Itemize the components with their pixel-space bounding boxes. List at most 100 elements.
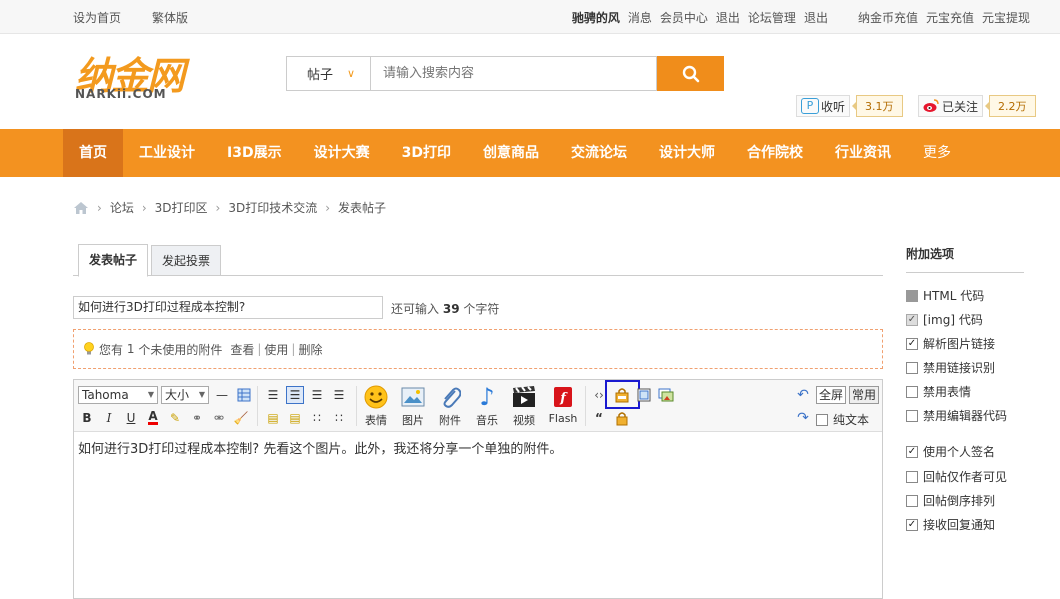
nav-item-schools[interactable]: 合作院校 [731,129,819,177]
extra-options-panel: 附加选项 [906,245,1024,273]
traditional-chinese-link[interactable]: 繁体版 [152,9,188,26]
tab-poll[interactable]: 发起投票 [151,245,222,276]
nav-item-i3d[interactable]: I3D展示 [211,129,298,177]
align-left-icon[interactable]: ☰ [264,386,282,404]
nav-item-news[interactable]: 行业资讯 [819,129,907,177]
checkbox[interactable] [906,385,918,398]
bold-icon[interactable]: B [78,409,96,427]
checkbox[interactable]: ✓ [906,518,918,531]
nav-item-creative[interactable]: 创意商品 [467,129,555,177]
recharge-coin-link[interactable]: 纳金币充值 [858,9,918,26]
option-reverse-order[interactable]: 回帖倒序排列 [906,492,995,509]
link-icon[interactable]: ⚭ [188,409,206,427]
checkbox[interactable] [906,494,918,507]
breadcrumb-forum[interactable]: 论坛 [110,199,134,216]
logout-link[interactable]: 退出 [716,9,740,26]
search-button[interactable] [657,56,724,91]
nav-item-masters[interactable]: 设计大师 [643,129,731,177]
site-logo[interactable]: 纳金网 NARKii.COM [73,45,223,103]
search-input[interactable] [370,56,657,91]
breadcrumb-3d-print-tech[interactable]: 3D打印技术交流 [228,199,317,216]
checkbox[interactable] [906,289,918,302]
sina-followed-button[interactable]: 已关注 [918,95,984,117]
italic-icon[interactable]: I [100,409,118,427]
checkbox[interactable]: ✓ [906,313,918,326]
nav-item-contest[interactable]: 设计大赛 [298,129,386,177]
fullscreen-button[interactable]: 全屏 [816,386,847,404]
clear-format-icon[interactable]: 🧹 [232,409,250,427]
quote-icon[interactable]: “ [590,409,608,427]
nav-item-industrial-design[interactable]: 工业设计 [123,129,211,177]
font-color-icon[interactable]: A [144,409,162,427]
unlink-icon[interactable]: ⚮ [210,409,228,427]
breadcrumb-3d-print-area[interactable]: 3D打印区 [155,199,208,216]
option-html-code[interactable]: HTML 代码 [906,287,984,304]
nav-item-more[interactable]: 更多 [907,129,967,177]
music-button[interactable]: ♪ 音乐 [472,383,502,428]
font-family-select[interactable]: Tahoma ▼ [78,386,158,404]
option-parse-image-links[interactable]: ✓ 解析图片链接 [906,335,995,352]
option-reply-author-only[interactable]: 回帖仅作者可见 [906,468,1007,485]
highlight-icon[interactable]: ✎ [166,409,184,427]
horizontal-rule-icon[interactable]: — [213,386,231,404]
video-button[interactable]: 视频 [509,384,539,428]
option-reply-notify[interactable]: ✓ 接收回复通知 [906,516,995,533]
checkbox[interactable]: ✓ [906,337,918,350]
undo-icon[interactable]: ↶ [794,386,812,404]
subject-input[interactable]: 如何进行3D打印过程成本控制? [73,296,383,319]
messages-link[interactable]: 消息 [628,9,652,26]
float-right-icon[interactable]: ▤ [286,409,304,427]
use-attachment-link[interactable]: 使用 [264,341,288,358]
float-left-icon[interactable]: ▤ [264,409,282,427]
bullet-list-icon[interactable]: ∷ [330,409,348,427]
table-icon[interactable] [235,386,253,404]
nav-item-forum[interactable]: 交流论坛 [555,129,643,177]
option-use-signature[interactable]: ✓ 使用个人签名 [906,443,995,460]
sina-follow: 已关注 2.2万 [918,95,1036,117]
checkbox[interactable] [906,361,918,374]
image-button[interactable]: 图片 [398,384,428,428]
search-type-select[interactable]: 帖子 ∨ [286,56,370,91]
ordered-list-icon[interactable]: ∷ [308,409,326,427]
lock-icon[interactable] [613,409,631,427]
nav-item-home[interactable]: 首页 [63,129,123,177]
tab-post[interactable]: 发表帖子 [78,244,149,277]
emoticon-button[interactable]: 表情 [361,384,391,428]
set-home-link[interactable]: 设为首页 [73,9,121,26]
logout-link-2[interactable]: 退出 [804,9,828,26]
free-content-icon[interactable] [635,386,653,404]
member-center-link[interactable]: 会员中心 [660,9,708,26]
align-center-icon[interactable]: ☰ [308,386,326,404]
checkbox[interactable] [906,409,918,422]
plaintext-toggle[interactable]: 纯文本 [816,411,869,428]
editor-content[interactable]: 如何进行3D打印过程成本控制? 先看这个图片。此外，我还将分享一个单独的附件。 [74,432,882,463]
view-attachment-link[interactable]: 查看 [230,341,254,358]
delete-attachment-link[interactable]: 删除 [298,341,322,358]
font-size-select[interactable]: 大小 ▼ [161,386,209,404]
tencent-listen-button[interactable]: P 收听 [796,95,851,117]
recharge-yuanbao-link[interactable]: 元宝充值 [926,9,974,26]
checkbox[interactable]: ✓ [906,445,918,458]
search-bar: 帖子 ∨ [286,56,724,91]
username-link[interactable]: 驰骋的风 [572,9,620,26]
plaintext-checkbox[interactable] [816,413,828,426]
option-disable-emoticons[interactable]: 禁用表情 [906,383,971,400]
option-disable-editor-code[interactable]: 禁用编辑器代码 [906,407,1007,424]
home-icon[interactable] [73,201,89,215]
align-justify-icon[interactable]: ☰ [286,386,304,404]
common-mode-button[interactable]: 常用 [849,386,880,404]
redo-icon[interactable]: ↷ [794,409,812,427]
nav-item-3d-print[interactable]: 3D打印 [386,129,467,177]
withdraw-yuanbao-link[interactable]: 元宝提现 [982,9,1030,26]
align-right-icon[interactable]: ☰ [330,386,348,404]
underline-icon[interactable]: U [122,409,140,427]
font-size-value: 大小 [165,388,190,402]
attachment-button[interactable]: 附件 [435,384,465,428]
checkbox[interactable] [906,470,918,483]
option-img-code[interactable]: ✓ [img] 代码 [906,311,983,328]
chevron-down-icon: ▼ [147,390,154,399]
forum-admin-link[interactable]: 论坛管理 [748,9,796,26]
flash-button[interactable]: f Flash [546,384,580,428]
option-disable-link-detect[interactable]: 禁用链接识别 [906,359,995,376]
insert-image-list-icon[interactable] [657,386,675,404]
